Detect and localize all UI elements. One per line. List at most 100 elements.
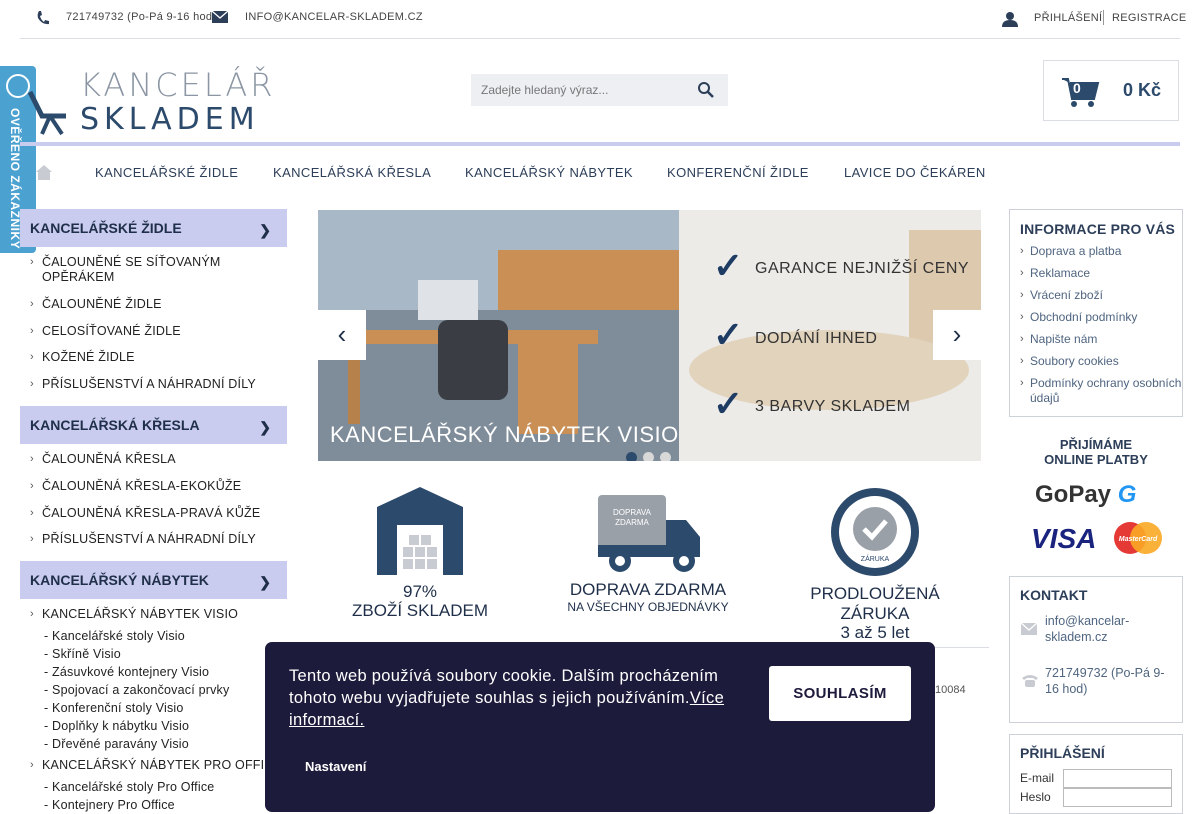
category-title: KANCELÁŘSKÝ NÁBYTEK <box>30 572 209 588</box>
cookie-settings-link[interactable]: Nastavení <box>305 759 366 774</box>
topbar-phone[interactable]: 721749732 (Po-Pá 9-16 hod) <box>66 11 216 23</box>
subsubcategory-item[interactable]: - Kontejnery Pro Office <box>20 796 287 814</box>
contact-email[interactable]: info@kancelar-skladem.cz <box>1045 613 1177 645</box>
slider-next-button[interactable]: › <box>933 310 981 360</box>
subcategory-item[interactable]: › PŘÍSLUŠENSTVÍ A NÁHRADNÍ DÍLY <box>20 532 287 547</box>
gopay-g-icon: G <box>1117 481 1137 508</box>
info-link[interactable]: › Podmínky ochrany osobních údajů <box>1010 376 1182 406</box>
category-office-armchairs[interactable]: KANCELÁŘSKÁ KŘESLA ❯ <box>20 406 287 444</box>
subsubcategory-item[interactable]: - Kancelářské stoly Pro Office <box>20 778 287 796</box>
slider-dot[interactable] <box>643 452 654 461</box>
subsubcategory-item[interactable]: - Dřevěné paravány Visio <box>20 735 287 753</box>
subcategory-item[interactable]: › KOŽENÉ ŽIDLE <box>20 350 287 365</box>
chevron-right-icon: › <box>1020 289 1024 301</box>
nav-waiting-benches[interactable]: LAVICE DO ČEKÁREN <box>844 165 986 180</box>
info-link[interactable]: › Vrácení zboží <box>1010 288 1182 303</box>
subcategory-item[interactable]: › ČALOUNĚNÉ ŽIDLE <box>20 297 287 312</box>
category-title: KANCELÁŘSKÁ KŘESLA <box>30 417 200 433</box>
cart-count: 0 <box>1073 80 1081 96</box>
mail-icon <box>212 11 228 23</box>
category-sidebar: KANCELÁŘSKÉ ŽIDLE ❯ › ČALOUNĚNÉ SE SÍŤOVAN… <box>20 209 287 814</box>
cart-button[interactable]: 0 0 Kč <box>1043 60 1179 121</box>
info-link[interactable]: › Soubory cookies <box>1010 354 1182 369</box>
slider-prev-button[interactable]: ‹ <box>318 310 366 360</box>
category-office-furniture[interactable]: KANCELÁŘSKÝ NÁBYTEK ❯ <box>20 561 287 599</box>
email-label: E-mail <box>1020 771 1055 785</box>
subcategory-item[interactable]: › CELOSÍŤOVANÉ ŽIDLE <box>20 324 287 339</box>
info-link-label: Obchodní podmínky <box>1030 310 1138 324</box>
subsubcategory-item[interactable]: - Konferenční stoly Visio <box>20 699 287 717</box>
subcategory-item[interactable]: › ČALOUNĚNÉ SE SÍŤOVANÝM OPĚRÁKEM <box>20 255 287 285</box>
info-title: INFORMACE PRO VÁS <box>1020 221 1176 237</box>
hero-slider: KANCELÁŘSKÝ NÁBYTEK VISIO ✓ GARANCE NEJN… <box>318 210 981 461</box>
search-icon[interactable] <box>697 81 715 99</box>
slider-dot[interactable] <box>626 452 637 461</box>
chevron-right-icon: › <box>1020 245 1024 257</box>
login-box: PŘIHLÁŠENÍ E-mail Heslo <box>1009 734 1183 814</box>
info-link[interactable]: › Reklamace <box>1010 266 1182 281</box>
chevron-right-icon: › <box>952 319 962 349</box>
cookie-text-block: Tento web používá soubory cookie. Dalším… <box>289 665 739 731</box>
subsubcategory-item[interactable]: - Kancelářské stoly Visio <box>20 627 287 645</box>
truck-badge-line1: DOPRAVA <box>613 508 652 517</box>
search-input[interactable] <box>471 74 691 106</box>
chevron-right-icon: ❯ <box>259 574 271 590</box>
chevron-left-icon: ‹ <box>337 319 347 349</box>
mastercard-text: MasterCard <box>1119 536 1158 543</box>
subcategory-item[interactable]: › ČALOUNĚNÁ KŘESLA-EKOKŮŽE <box>20 479 287 494</box>
nav-office-furniture[interactable]: KANCELÁŘSKÝ NÁBYTEK <box>465 165 633 180</box>
info-link[interactable]: › Doprava a platba <box>1010 244 1182 259</box>
contact-phone[interactable]: 721749732 (Po-Pá 9-16 hod) <box>1045 665 1175 697</box>
site-logo[interactable]: KANCELÁŘ SKLADEM <box>22 66 273 140</box>
truck-badge-line2: ZDARMA <box>615 518 649 527</box>
slider-dots <box>626 450 677 461</box>
chevron-right-icon: › <box>30 533 34 545</box>
obscured-product-code: 10084 <box>935 684 966 696</box>
feature-subtitle: 3 až 5 let <box>840 623 910 642</box>
subsubcategory-item[interactable]: - Skříně Visio <box>20 645 287 663</box>
cookie-text: Tento web používá soubory cookie. Dalším… <box>289 667 719 707</box>
subcategory-item[interactable]: › KANCELÁŘSKÝ NÁBYTEK VISIO <box>20 607 287 622</box>
category-office-chairs[interactable]: KANCELÁŘSKÉ ŽIDLE ❯ <box>20 209 287 247</box>
user-icon <box>1002 12 1018 27</box>
cookie-agree-button[interactable]: SOUHLASÍM <box>769 666 911 721</box>
gopay-logo: GoPay G <box>1035 481 1136 509</box>
info-link-label: Napište nám <box>1030 332 1098 346</box>
subcategory-item[interactable]: › PŘÍSLUŠENSTVÍ A NÁHRADNÍ DÍLY <box>20 377 287 392</box>
subsubcategory-item[interactable]: - Spojovací a zakončovací prvky <box>20 681 287 699</box>
feature-title: DOPRAVA ZDARMA <box>569 580 727 599</box>
subcategory-label: ČALOUNĚNÉ SE SÍŤOVANÝM OPĚRÁKEM <box>42 255 221 284</box>
search-box <box>471 74 728 106</box>
chevron-right-icon: › <box>30 298 34 310</box>
subsubcategory-item[interactable]: - Doplňky k nábytku Visio <box>20 717 287 735</box>
login-link[interactable]: PŘIHLÁŠENÍ <box>1034 12 1102 24</box>
subcategory-label: ČALOUNĚNÉ ŽIDLE <box>42 297 162 311</box>
login-password-field[interactable] <box>1063 788 1172 807</box>
chevron-right-icon: › <box>30 378 34 390</box>
nav-conference-chairs[interactable]: KONFERENČNÍ ŽIDLE <box>667 165 809 180</box>
feature-subtitle: ZBOŽÍ SKLADEM <box>351 601 489 620</box>
chevron-right-icon: › <box>1020 267 1024 279</box>
password-label: Heslo <box>1020 790 1051 804</box>
home-icon[interactable] <box>35 163 53 181</box>
nav-office-chairs[interactable]: KANCELÁŘSKÉ ŽIDLE <box>95 165 238 180</box>
subcategory-item[interactable]: › ČALOUNĚNÁ KŘESLA-PRAVÁ KŮŽE <box>20 506 287 521</box>
subsubcategory-item[interactable]: - Zásuvkové kontejnery Visio <box>20 663 287 681</box>
info-link[interactable]: › Napište nám <box>1010 332 1182 347</box>
feature-subtitle: NA VŠECHNY OBJEDNÁVKY <box>567 600 729 614</box>
nav-office-armchairs[interactable]: KANCELÁŘSKÁ KŘESLA <box>273 165 431 180</box>
top-bar: 721749732 (Po-Pá 9-16 hod) info@kancelar… <box>20 0 1186 39</box>
login-email-field[interactable] <box>1063 769 1172 788</box>
slider-dot[interactable] <box>660 452 671 461</box>
subcategory-item[interactable]: › ČALOUNĚNÁ KŘESLA <box>20 452 287 467</box>
chevron-right-icon: › <box>30 351 34 363</box>
subcategory-item[interactable]: › KANCELÁŘSKÝ NÁBYTEK PRO OFFICE <box>20 758 287 773</box>
check-icon: ✓ <box>713 245 744 286</box>
contact-title: KONTAKT <box>1020 587 1088 603</box>
visa-logo: VISA <box>1031 523 1097 554</box>
topbar-email[interactable]: info@kancelar-skladem.cz <box>245 11 423 23</box>
info-link[interactable]: › Obchodní podmínky <box>1010 310 1182 325</box>
right-sidebar: INFORMACE PRO VÁS › Doprava a platba › Rek… <box>1009 209 1183 417</box>
slide-caption: KANCELÁŘSKÝ NÁBYTEK VISIO <box>330 422 679 447</box>
register-link[interactable]: REGISTRACE <box>1112 12 1187 24</box>
